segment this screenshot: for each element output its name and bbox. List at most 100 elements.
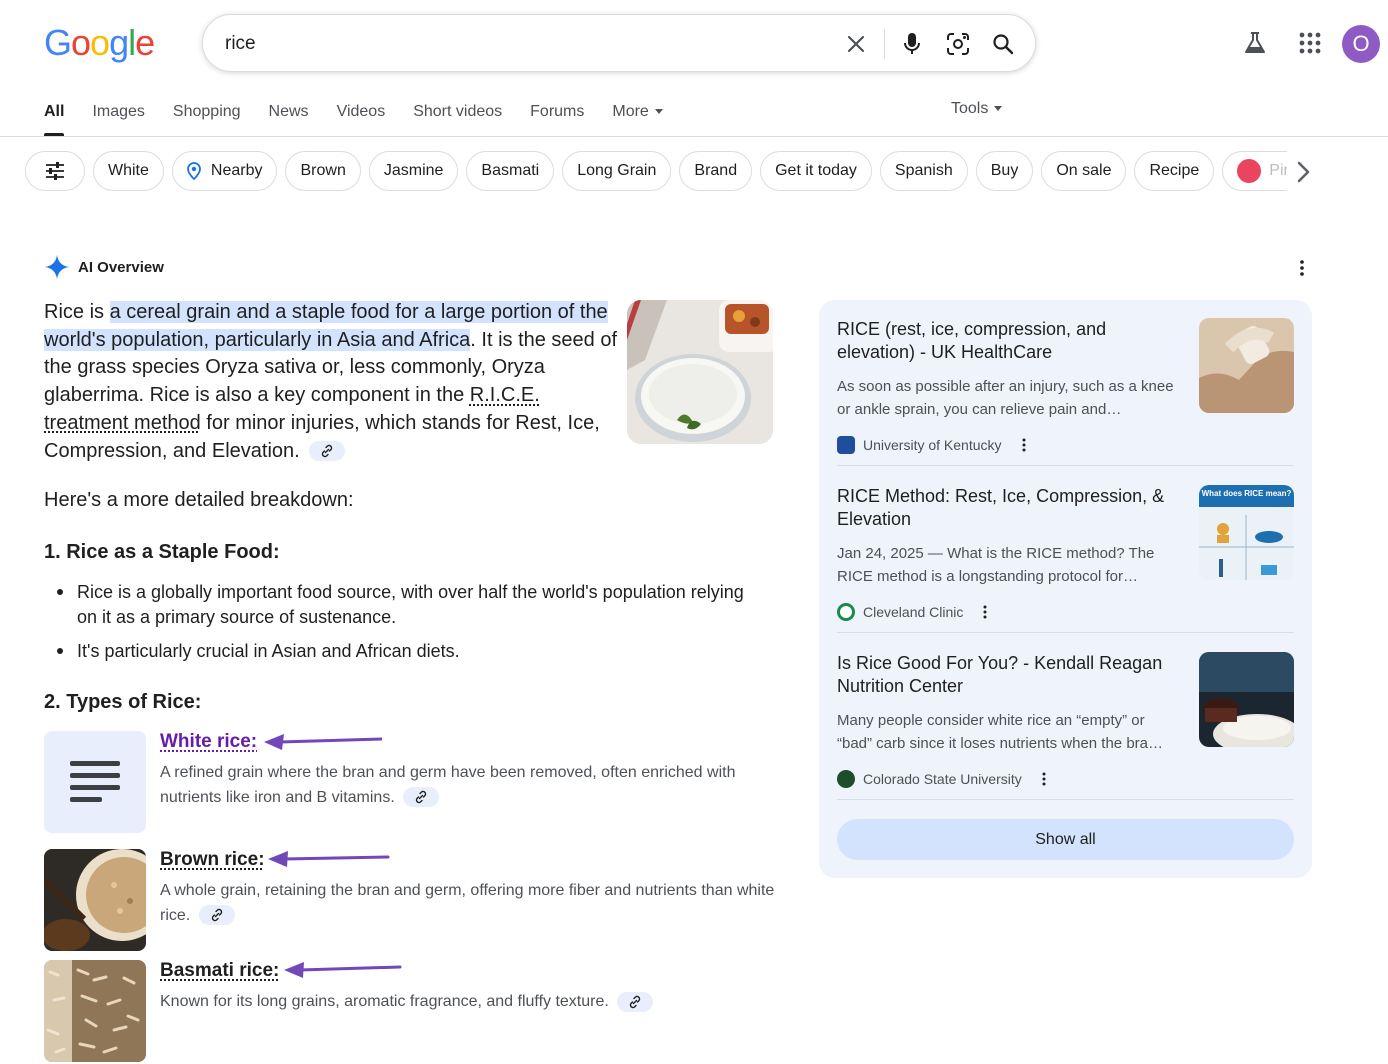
logo-letter: G xyxy=(44,22,72,63)
rice-description: A whole grain, retaining the bran and ge… xyxy=(160,879,776,928)
source-card[interactable]: RICE (rest, ice, compression, and elevat… xyxy=(837,318,1294,458)
chip-pink[interactable]: Pink xyxy=(1222,151,1287,191)
source-title[interactable]: Is Rice Good For You? - Kendall Reagan N… xyxy=(837,652,1177,698)
lens-icon[interactable] xyxy=(943,29,973,59)
list-item: It's particularly crucial in Asian and A… xyxy=(57,639,767,664)
chip-on-sale[interactable]: On sale xyxy=(1041,151,1127,191)
source-site: Cleveland Clinic xyxy=(837,603,993,621)
site-favicon xyxy=(837,603,855,621)
breakdown-intro: Here's a more detailed breakdown: xyxy=(44,489,354,511)
search-box xyxy=(202,14,1036,72)
link-icon[interactable] xyxy=(617,991,654,1012)
link-icon[interactable] xyxy=(403,787,440,808)
basmati-rice-link[interactable]: Basmati rice: xyxy=(160,960,279,982)
source-thumbnail[interactable] xyxy=(1199,318,1294,413)
more-options-icon[interactable] xyxy=(1290,256,1314,280)
source-site: Colorado State University xyxy=(837,770,1052,788)
white-rice-link[interactable]: White rice: xyxy=(160,731,257,753)
rice-type-basmati: Basmati rice: Known for its long grains,… xyxy=(44,960,784,1062)
chevron-down-icon xyxy=(654,109,663,115)
tools-button[interactable]: Tools xyxy=(951,100,1003,118)
link-icon[interactable] xyxy=(309,441,346,462)
more-options-icon[interactable] xyxy=(1016,437,1032,453)
chip-brown[interactable]: Brown xyxy=(285,151,361,191)
location-pin-icon xyxy=(187,162,201,180)
source-thumbnail[interactable]: What does RICE mean? xyxy=(1199,485,1294,580)
rice-type-brown: Brown rice: A whole grain, retaining the… xyxy=(44,849,784,951)
tab-shopping[interactable]: Shopping xyxy=(173,100,241,136)
source-title[interactable]: RICE Method: Rest, Ice, Compression, & E… xyxy=(837,485,1177,531)
search-icon[interactable] xyxy=(988,29,1018,59)
search-input[interactable] xyxy=(225,31,805,57)
annotation-arrow xyxy=(264,734,382,750)
search-divider xyxy=(884,29,885,59)
filters-chip[interactable] xyxy=(25,151,85,191)
more-options-icon[interactable] xyxy=(977,604,993,620)
logo-letter: l xyxy=(128,22,136,63)
close-icon[interactable] xyxy=(841,29,871,59)
site-name: Cleveland Clinic xyxy=(863,604,964,620)
site-name: Colorado State University xyxy=(863,771,1022,787)
rice-description-text: A refined grain where the bran and germ … xyxy=(160,764,736,806)
document-icon[interactable] xyxy=(44,731,146,833)
section-heading: 2. Types of Rice: xyxy=(44,691,202,713)
link-icon[interactable] xyxy=(198,905,235,926)
annotation-arrow xyxy=(284,962,402,978)
intro-text: Rice is xyxy=(44,301,110,323)
source-snippet: Many people consider white rice an “empt… xyxy=(837,712,1163,752)
tab-videos[interactable]: Videos xyxy=(337,100,386,136)
logo-letter: o xyxy=(71,22,91,63)
basmati-rice-image[interactable] xyxy=(44,960,146,1062)
source-snippet: Jan 24, 2025 — What is the RICE method? … xyxy=(837,545,1155,585)
rice-type-white: White rice: A refined grain where the br… xyxy=(44,731,784,833)
ai-overview-title: AI Overview xyxy=(78,258,164,276)
tab-short-videos[interactable]: Short videos xyxy=(413,100,502,136)
divider xyxy=(837,632,1294,633)
chevron-right-icon[interactable] xyxy=(1290,159,1316,185)
tab-forums[interactable]: Forums xyxy=(530,100,584,136)
annotation-arrow xyxy=(268,851,390,867)
site-favicon xyxy=(837,436,855,454)
chevron-down-icon xyxy=(994,106,1003,112)
google-logo[interactable]: Google xyxy=(44,22,155,64)
source-title[interactable]: RICE (rest, ice, compression, and elevat… xyxy=(837,318,1177,364)
chip-spanish[interactable]: Spanish xyxy=(879,151,968,191)
rice-bowl-image[interactable] xyxy=(627,300,773,444)
rice-description: Known for its long grains, aromatic frag… xyxy=(160,990,776,1015)
ai-overview-intro: Rice is a cereal grain and a staple food… xyxy=(44,299,620,465)
chip-recipe[interactable]: Recipe xyxy=(1134,151,1215,191)
chip-buy[interactable]: Buy xyxy=(975,151,1034,191)
more-options-icon[interactable] xyxy=(1036,771,1052,787)
tab-images[interactable]: Images xyxy=(92,100,144,136)
mic-icon[interactable] xyxy=(897,29,927,59)
tab-all[interactable]: All xyxy=(44,100,65,136)
chip-nearby[interactable]: Nearby xyxy=(171,151,278,191)
chip-brand[interactable]: Brand xyxy=(679,151,753,191)
chip-basmati[interactable]: Basmati xyxy=(466,151,555,191)
rice-description-text: Known for its long grains, aromatic frag… xyxy=(160,993,609,1010)
avatar[interactable]: O xyxy=(1342,25,1380,63)
source-card[interactable]: RICE Method: Rest, Ice, Compression, & E… xyxy=(837,485,1294,625)
apps-icon[interactable] xyxy=(1295,28,1325,58)
site-favicon xyxy=(837,770,855,788)
source-snippet: As soon as possible after an injury, suc… xyxy=(837,378,1174,418)
divider xyxy=(837,465,1294,466)
chip-white[interactable]: White xyxy=(93,151,164,191)
divider xyxy=(837,799,1294,800)
ai-overview-header: AI Overview xyxy=(44,254,164,280)
show-all-button[interactable]: Show all xyxy=(837,819,1294,860)
chip-nearby-label: Nearby xyxy=(210,162,263,179)
labs-icon[interactable] xyxy=(1240,28,1270,58)
section-heading: 1. Rice as a Staple Food: xyxy=(44,541,280,563)
brown-rice-image[interactable] xyxy=(44,849,146,951)
chip-jasmine[interactable]: Jasmine xyxy=(368,151,459,191)
tab-more[interactable]: More xyxy=(612,100,663,136)
source-site: University of Kentucky xyxy=(837,436,1032,454)
tab-news[interactable]: News xyxy=(269,100,309,136)
sliders-icon xyxy=(46,162,64,180)
chip-get-it-today[interactable]: Get it today xyxy=(760,151,872,191)
source-thumbnail[interactable] xyxy=(1199,652,1294,747)
chip-long-grain[interactable]: Long Grain xyxy=(562,151,672,191)
brown-rice-link[interactable]: Brown rice: xyxy=(160,849,265,871)
source-card[interactable]: Is Rice Good For You? - Kendall Reagan N… xyxy=(837,652,1294,792)
